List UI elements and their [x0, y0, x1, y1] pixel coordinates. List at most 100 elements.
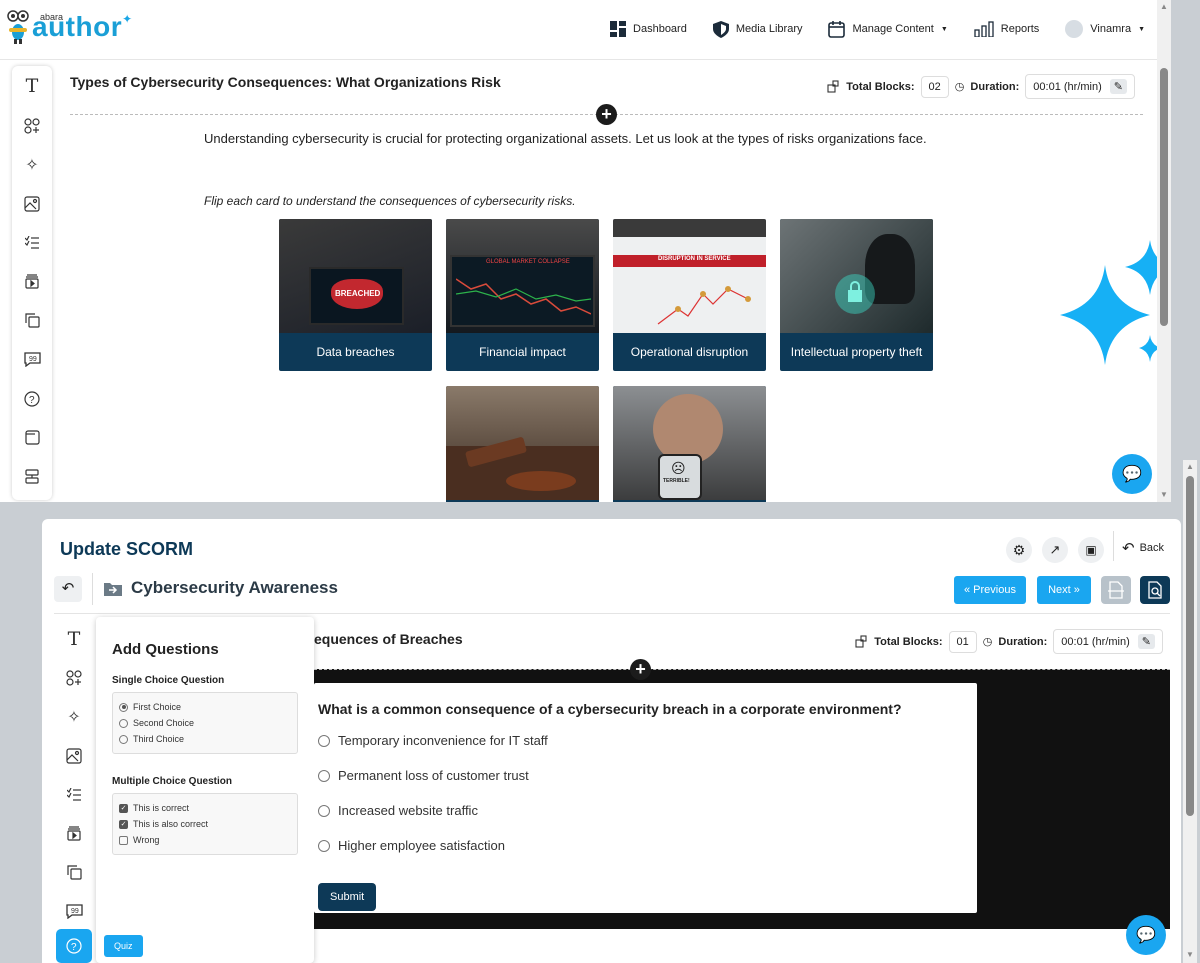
card-label: Data breaches [316, 345, 395, 359]
radio-icon [318, 804, 330, 817]
duration-value[interactable]: 00:01 (hr/min) ✎ [1025, 74, 1135, 99]
flipcard-tool[interactable] [12, 301, 52, 340]
flip-card-reputation[interactable]: ☹ TERRIBLE! [613, 386, 766, 502]
brand-small-text: abara [40, 12, 64, 22]
total-blocks-label: Total Blocks: [846, 80, 915, 93]
total-blocks-value: 02 [920, 75, 949, 98]
answer-option[interactable]: Higher employee satisfaction [318, 838, 505, 853]
question-card: What is a common consequence of a cybers… [314, 683, 977, 913]
chat-assistant-button[interactable]: 💬 [1126, 915, 1166, 955]
review-button[interactable] [1140, 576, 1170, 604]
user-menu[interactable]: Vinamra ▼ [1065, 20, 1145, 38]
radio-icon [318, 839, 330, 852]
scroll-thumb[interactable] [1186, 476, 1194, 816]
single-choice-template[interactable]: First Choice Second Choice Third Choice [112, 692, 298, 754]
list-tool[interactable] [12, 223, 52, 262]
image-tool[interactable] [56, 736, 92, 775]
chat-assistant-button[interactable]: 💬 [1112, 454, 1152, 494]
elements-tool[interactable] [56, 658, 92, 697]
export-button[interactable] [1101, 576, 1131, 604]
flip-card-operational-disruption[interactable]: DISRUPTION IN SERVICE Operational disrup… [613, 219, 766, 371]
multiple-choice-template[interactable]: ✓ This is correct ✓ This is also correct W… [112, 793, 298, 855]
avatar [1065, 20, 1084, 38]
block-title: Types of Cybersecurity Consequences: Wha… [70, 74, 501, 90]
add-block-icon[interactable]: + [596, 104, 617, 125]
block-toolbar: T ✧ 99 ? [12, 66, 52, 500]
gear-icon: ⚙ [1012, 541, 1026, 558]
flip-card-financial-impact[interactable]: GLOBAL MARKET COLLAPSE Financial impact [446, 219, 599, 371]
top-scrollbar[interactable]: ▲ ▼ [1157, 0, 1171, 502]
answer-option[interactable]: Increased website traffic [318, 803, 478, 818]
preview-icon: ▣ [1085, 543, 1097, 557]
checkbox-checked-icon: ✓ [119, 803, 128, 813]
elements-tool[interactable] [12, 106, 52, 145]
flip-card-legal[interactable] [446, 386, 599, 502]
external-link-icon: ↗ [1049, 542, 1061, 557]
nav-dashboard[interactable]: Dashboard [610, 21, 687, 37]
scroll-thumb[interactable] [1160, 68, 1168, 326]
question-text: What is a common consequence of a cybers… [318, 701, 902, 717]
answer-option[interactable]: Temporary inconvenience for IT staff [318, 733, 548, 748]
answer-option[interactable]: Permanent loss of customer trust [318, 768, 529, 783]
nav-reports[interactable]: Reports [974, 21, 1039, 37]
image-tool[interactable] [12, 184, 52, 223]
quote-tool[interactable]: 99 [12, 340, 52, 379]
next-button[interactable]: Next » [1037, 576, 1091, 604]
dashboard-icon [610, 21, 627, 37]
settings-button[interactable]: ⚙ [1006, 537, 1032, 563]
submit-button[interactable]: Submit [318, 883, 377, 911]
layout-tool[interactable] [12, 457, 52, 496]
question-icon: ? [66, 938, 82, 954]
scroll-down-arrow[interactable]: ▼ [1160, 490, 1168, 499]
blocks-icon [855, 635, 867, 648]
flip-card-data-breaches[interactable]: BREACHED Data breaches [279, 219, 432, 371]
nav-media-library[interactable]: Media Library [712, 20, 802, 38]
top-navbar: abara author ✦ Dashboard Media Library M… [0, 0, 1157, 60]
back-label: Back [1139, 542, 1165, 554]
pencil-icon[interactable]: ✎ [1137, 634, 1155, 649]
quiz-tool-active[interactable]: ? [56, 929, 92, 963]
video-tool[interactable] [56, 814, 92, 853]
list-tool[interactable] [56, 775, 92, 814]
flip-card-intellectual-property-theft[interactable]: Intellectual property theft [780, 219, 933, 371]
scroll-up-arrow[interactable]: ▲ [1160, 2, 1168, 11]
ai-tool[interactable]: ✧ [56, 697, 92, 736]
block-meta: Total Blocks: 02 ◷ Duration: 00:01 (hr/m… [827, 74, 1135, 99]
ai-tool[interactable]: ✧ [12, 145, 52, 184]
card-label: Operational disruption [630, 345, 749, 359]
scroll-up-arrow[interactable]: ▲ [1186, 462, 1194, 471]
video-tool[interactable] [12, 262, 52, 301]
pencil-icon[interactable]: ✎ [1109, 79, 1127, 94]
previous-button[interactable]: « Previous [954, 576, 1026, 604]
note-tool[interactable] [12, 418, 52, 457]
preview-button[interactable]: ▣ [1078, 537, 1104, 563]
text-block-tool[interactable]: T [56, 619, 92, 658]
quote-icon: 99 [65, 904, 83, 919]
back-button[interactable]: ↶ Back [1122, 539, 1164, 557]
nav-manage-content[interactable]: Manage Content ▼ [828, 20, 948, 38]
open-external-button[interactable]: ↗ [1042, 537, 1068, 563]
option-label: First Choice [133, 702, 182, 712]
undo-arrow-icon: ↶ [1122, 540, 1135, 557]
checklist-icon [25, 235, 39, 249]
multi-option: Wrong [119, 832, 291, 848]
abara-author-logo[interactable]: abara author ✦ [6, 10, 132, 44]
block-toolbar-bottom: T ✧ 99 [56, 619, 98, 963]
add-block-icon[interactable]: + [630, 659, 651, 680]
scorm-editor-window: Update SCORM ⚙ ↗ ▣ ↶ Back ↶ Cybersecurit… [42, 519, 1181, 963]
duration-value[interactable]: 00:01 (hr/min) ✎ [1053, 629, 1163, 654]
duration-label: Duration: [970, 80, 1020, 93]
document-export-icon [1108, 581, 1124, 599]
bottom-scrollbar[interactable]: ▲ ▼ [1183, 460, 1197, 963]
scroll-down-arrow[interactable]: ▼ [1186, 950, 1194, 959]
card-image: GLOBAL MARKET COLLAPSE [446, 219, 599, 333]
clock-icon: ◷ [954, 81, 965, 93]
text-block-tool[interactable]: T [12, 66, 52, 106]
quiz-tool[interactable]: ? [12, 379, 52, 418]
block-meta-bottom: Total Blocks: 01 ◷ Duration: 00:01 (hr/m… [855, 629, 1163, 654]
quote-tool[interactable]: 99 [56, 892, 92, 931]
video-icon [25, 274, 39, 289]
undo-button[interactable]: ↶ [54, 576, 82, 602]
flipcard-tool[interactable] [56, 853, 92, 892]
single-option: Second Choice [119, 715, 291, 731]
